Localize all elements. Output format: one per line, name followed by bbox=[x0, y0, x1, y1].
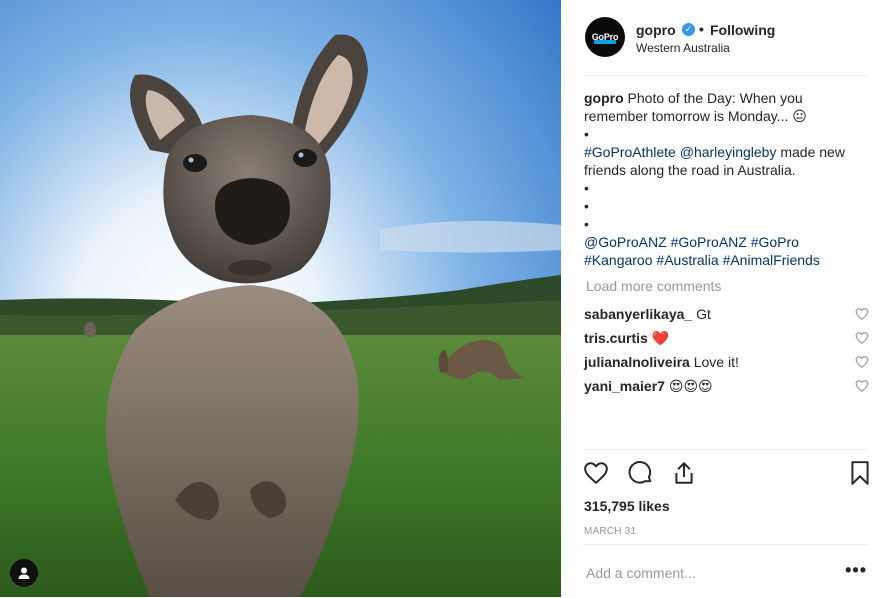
comment-username[interactable]: yani_maier7 bbox=[584, 378, 665, 394]
comment-item: tris.curtis ❤️ bbox=[584, 329, 874, 347]
mention-goproanz[interactable]: @GoProANZ bbox=[584, 234, 667, 250]
post-photo[interactable] bbox=[0, 0, 561, 597]
location-link[interactable]: Western Australia bbox=[636, 41, 730, 55]
caption-bullet: • bbox=[584, 126, 589, 142]
comment-text: 😍😍😍 bbox=[668, 378, 713, 394]
comment-icon[interactable] bbox=[628, 460, 654, 486]
post-date[interactable]: MARCH 31 bbox=[584, 526, 636, 537]
heart-icon[interactable] bbox=[583, 460, 609, 486]
likes-count[interactable]: 315,795 likes bbox=[584, 498, 670, 514]
hashtag-animalfriends[interactable]: #AnimalFriends bbox=[723, 252, 820, 268]
following-button[interactable]: Following bbox=[710, 22, 775, 38]
comment-username[interactable]: julianalnoliveira bbox=[584, 354, 690, 370]
hashtag-goproanz[interactable]: #GoProANZ bbox=[671, 234, 747, 250]
comment-item: sabanyerlikaya_ Gt bbox=[584, 305, 874, 323]
more-options-icon[interactable]: ••• bbox=[845, 560, 867, 581]
comment-item: yani_maier7 😍😍😍 bbox=[584, 377, 874, 395]
user-tag-button[interactable] bbox=[10, 559, 38, 587]
bookmark-icon[interactable] bbox=[847, 460, 873, 486]
comment-like-heart-icon[interactable] bbox=[855, 331, 869, 345]
hashtag-gopro[interactable]: #GoPro bbox=[751, 234, 799, 250]
caption-text-2: remember tomorrow is Monday... 😐 bbox=[584, 108, 807, 124]
caption-text-3: made new bbox=[776, 144, 845, 160]
verified-badge-icon: ✓ bbox=[682, 23, 695, 36]
hashtag-australia[interactable]: #Australia bbox=[656, 252, 718, 268]
comment-like-heart-icon[interactable] bbox=[855, 379, 869, 393]
hashtag-goproathlete[interactable]: #GoProAthlete bbox=[584, 144, 676, 160]
caption-bullet: • bbox=[584, 216, 589, 232]
load-more-comments-button[interactable]: Load more comments bbox=[586, 278, 721, 294]
comment-username[interactable]: tris.curtis bbox=[584, 330, 648, 346]
comment-text: Love it! bbox=[693, 354, 739, 370]
comment-like-heart-icon[interactable] bbox=[855, 355, 869, 369]
mention-harleyingleby[interactable]: @harleyingleby bbox=[680, 144, 777, 160]
post-sidebar: GoPro gopro ✓ • Following Western Austra… bbox=[561, 0, 891, 597]
caption-text-1: Photo of the Day: When you bbox=[627, 90, 803, 106]
caption-bullet: • bbox=[584, 180, 589, 196]
add-comment-input[interactable] bbox=[586, 565, 826, 581]
post-header: GoPro gopro ✓ • Following Western Austra… bbox=[583, 17, 869, 76]
comment-username[interactable]: sabanyerlikaya_ bbox=[584, 306, 692, 322]
hashtag-kangaroo[interactable]: #Kangaroo bbox=[584, 252, 653, 268]
comment-item: julianalnoliveira Love it! bbox=[584, 353, 874, 371]
kangaroo-photo bbox=[0, 0, 561, 597]
caption-text-4: friends along the road in Australia. bbox=[584, 162, 796, 178]
post-actions-bar bbox=[583, 449, 869, 490]
header-separator: • bbox=[699, 21, 704, 37]
avatar-logo-bar bbox=[594, 40, 616, 44]
add-comment-bar: ••• bbox=[583, 544, 869, 598]
username-link[interactable]: gopro bbox=[636, 22, 676, 38]
user-icon bbox=[18, 567, 30, 579]
post-caption: gopro Photo of the Day: When you remembe… bbox=[584, 89, 874, 269]
caption-bullet: • bbox=[584, 198, 589, 214]
comment-text: ❤️ bbox=[651, 330, 670, 346]
comment-like-heart-icon[interactable] bbox=[855, 307, 869, 321]
avatar[interactable]: GoPro bbox=[585, 17, 625, 57]
share-icon[interactable] bbox=[671, 460, 697, 486]
caption-username[interactable]: gopro bbox=[584, 90, 624, 106]
comment-text: Gt bbox=[696, 306, 711, 322]
